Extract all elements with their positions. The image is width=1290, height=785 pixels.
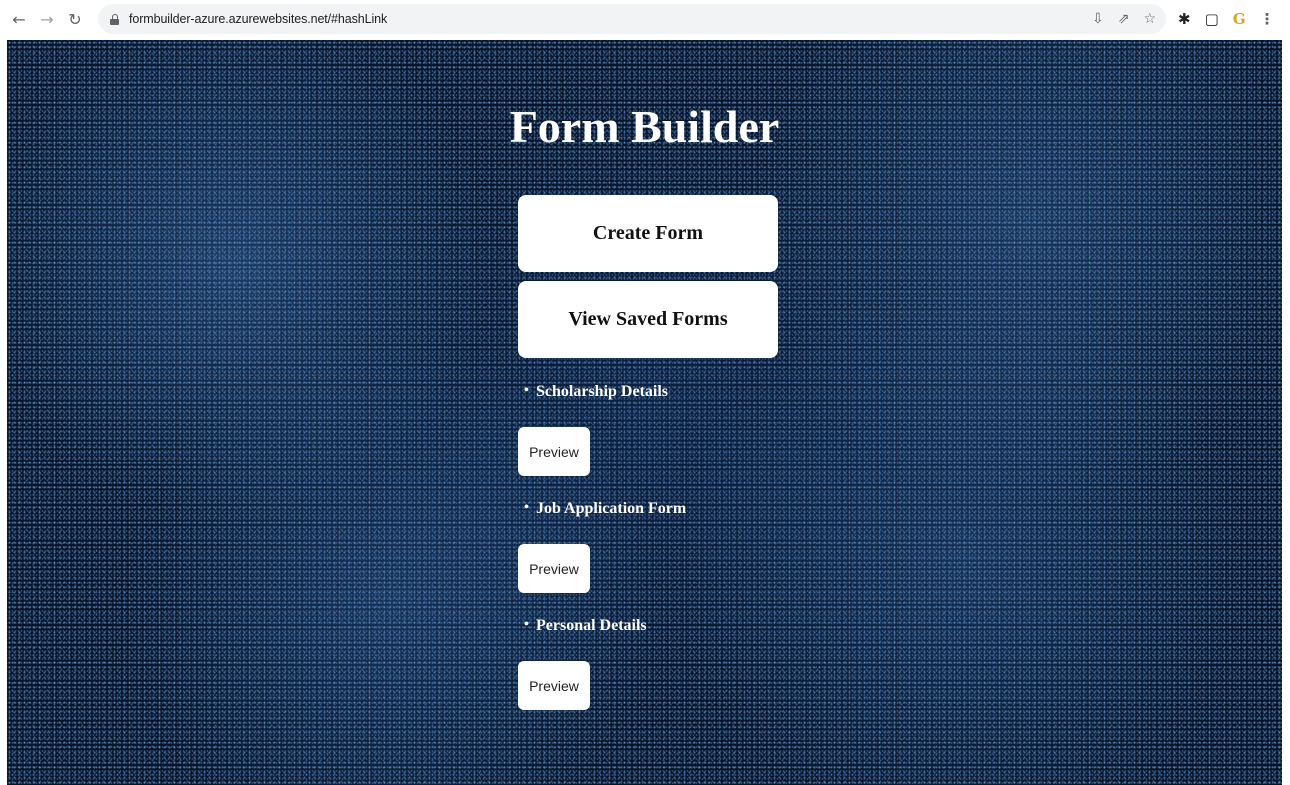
preview-button[interactable]: Preview [518, 544, 590, 593]
view-saved-forms-button[interactable]: View Saved Forms [518, 281, 778, 358]
page-title: Form Builder [509, 101, 780, 152]
page-viewport: Form Builder Create Form View Saved Form… [7, 40, 1282, 785]
grammarly-g-icon[interactable]: G [1233, 10, 1246, 28]
url-text[interactable]: formbuilder-azure.azurewebsites.net/#has… [129, 12, 387, 26]
preview-button[interactable]: Preview [518, 661, 590, 710]
lock-icon[interactable] [110, 13, 119, 25]
bookmark-star-icon[interactable]: ☆ [1143, 11, 1156, 27]
install-icon[interactable]: ⇩ [1092, 11, 1104, 27]
preview-button[interactable]: Preview [518, 427, 590, 476]
side-panel-icon[interactable]: ▢ [1205, 10, 1219, 28]
create-form-button[interactable]: Create Form [518, 195, 778, 272]
menu-kebab-icon[interactable]: ⋮ [1260, 10, 1275, 28]
form-name: Job Application Form [524, 500, 686, 518]
browser-toolbar: ← → ↻ formbuilder-azure.azurewebsites.ne… [0, 0, 1290, 38]
extensions-puzzle-icon[interactable]: ✱ [1178, 10, 1191, 28]
address-bar[interactable]: formbuilder-azure.azurewebsites.net/#has… [98, 4, 1166, 34]
extension-icons: ✱ ▢ G ⋮ [1178, 10, 1275, 28]
form-name: Personal Details [524, 617, 647, 635]
back-arrow-icon[interactable]: ← [8, 8, 30, 30]
forward-arrow-icon[interactable]: → [36, 8, 58, 30]
share-icon[interactable]: ⇗ [1118, 11, 1130, 27]
reload-icon[interactable]: ↻ [64, 8, 86, 30]
omnibox-actions: ⇩ ⇗ ☆ [1092, 4, 1156, 34]
form-name: Scholarship Details [524, 383, 668, 401]
